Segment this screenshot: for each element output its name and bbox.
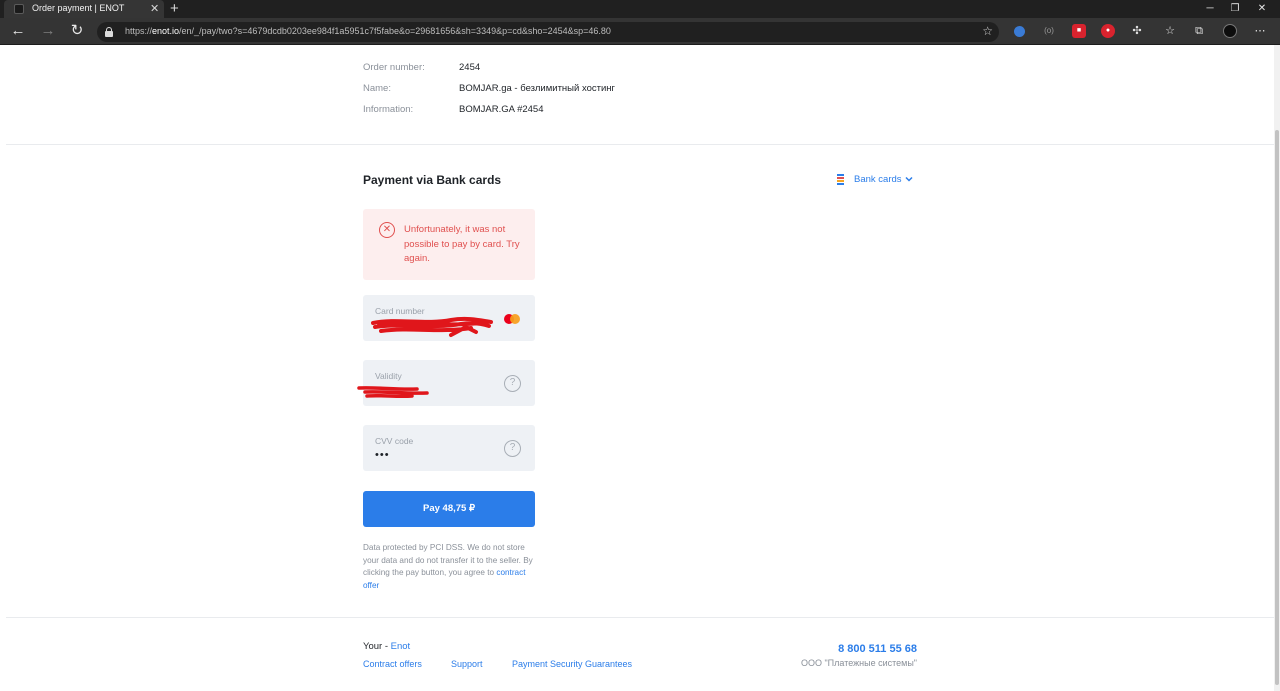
validity-field[interactable]: Validity ? (357, 360, 535, 406)
browser-tab[interactable]: Order payment | ENOT ✕ (4, 0, 164, 18)
extension-globe-icon[interactable] (1014, 26, 1025, 37)
extension-radio-icon[interactable]: (o) (1042, 24, 1056, 38)
validity-label: Validity (375, 371, 402, 381)
add-favorite-icon[interactable]: ☆ (982, 24, 993, 38)
company-name: ООО "Платежные системы" (800, 658, 917, 668)
favorites-star-icon[interactable]: ☆ (1163, 24, 1177, 38)
browser-tabbar: Order payment | ENOT ✕ + ─ ❐ ✕ (0, 0, 1280, 18)
security-disclaimer: Data protected by PCI DSS. We do not sto… (363, 542, 543, 593)
footer-brand-prefix: Your - (363, 641, 391, 652)
url-text[interactable]: https://enot.io/en/_/pay/two?s=4679dcdb0… (125, 26, 611, 36)
profile-avatar-icon[interactable] (1223, 24, 1237, 38)
payment-method-label[interactable]: Bank cards (854, 174, 902, 185)
error-close-circle-icon: ✕ (379, 222, 395, 238)
order-number-label: Order number: (363, 62, 425, 73)
footer-brand: Your - Enot (363, 641, 410, 652)
extension-badge-icon[interactable]: ● (1101, 24, 1115, 38)
footer-divider (6, 617, 1274, 618)
new-tab-button[interactable]: + (170, 0, 179, 17)
cvv-field[interactable]: CVV code ••• ? (363, 425, 535, 471)
contract-offers-link[interactable]: Contract offers (363, 659, 422, 669)
tab-title: Order payment | ENOT (32, 3, 125, 13)
address-bar[interactable]: https://enot.io/en/_/pay/two?s=4679dcdb0… (97, 22, 999, 42)
error-alert: ✕ Unfortunately, it was not possible to … (363, 209, 535, 280)
order-info-value: BOMJAR.GA #2454 (459, 104, 544, 115)
extension-red-icon[interactable]: ■ (1072, 24, 1086, 38)
scrollbar-thumb[interactable] (1275, 130, 1279, 685)
mastercard-icon (504, 314, 521, 324)
order-number-value: 2454 (459, 62, 481, 73)
back-arrow-icon[interactable]: ← (9, 22, 27, 40)
collections-icon[interactable]: ⧉ (1192, 24, 1206, 38)
payment-title: Payment via Bank cards (363, 173, 502, 187)
extensions-puzzle-icon[interactable]: ✣ (1130, 24, 1144, 38)
forward-arrow-icon[interactable]: → (39, 22, 57, 40)
pay-button[interactable]: Pay 48,75 ₽ (363, 491, 535, 527)
cvv-help-icon[interactable]: ? (504, 440, 521, 457)
browser-toolbar: ← → ↻ https://enot.io/en/_/pay/two?s=467… (0, 18, 1280, 45)
validity-help-icon[interactable]: ? (504, 375, 521, 392)
order-info-label: Information: (363, 104, 414, 115)
error-message: Unfortunately, it was not possible to pa… (404, 224, 520, 264)
cvv-value[interactable]: ••• (375, 449, 390, 461)
window-close-icon[interactable]: ✕ (1252, 1, 1272, 17)
minimize-icon[interactable]: ─ (1200, 1, 1220, 17)
more-menu-icon[interactable]: ⋯ (1253, 24, 1267, 38)
support-link[interactable]: Support (451, 659, 483, 669)
lock-icon[interactable] (105, 27, 113, 37)
chevron-down-icon[interactable] (905, 175, 913, 183)
order-name-label: Name: (363, 83, 391, 94)
payment-security-link[interactable]: Payment Security Guarantees (512, 659, 632, 669)
cvv-label: CVV code (375, 436, 414, 446)
redaction-scribble (357, 386, 429, 399)
card-number-field[interactable]: Card number (363, 295, 535, 341)
tab-close-icon[interactable]: ✕ (150, 2, 159, 16)
restore-icon[interactable]: ❐ (1225, 1, 1245, 17)
bank-card-icon (836, 174, 845, 185)
tab-favicon-icon (14, 4, 24, 14)
divider (6, 144, 1274, 145)
payment-page (0, 45, 1280, 691)
redaction-scribble (371, 316, 493, 337)
support-phone[interactable]: 8 800 511 55 68 (838, 643, 917, 655)
reload-icon[interactable]: ↻ (68, 22, 86, 40)
enot-link[interactable]: Enot (391, 641, 411, 652)
order-name-value: BOMJAR.ga - безлимитный хостинг (459, 83, 615, 94)
